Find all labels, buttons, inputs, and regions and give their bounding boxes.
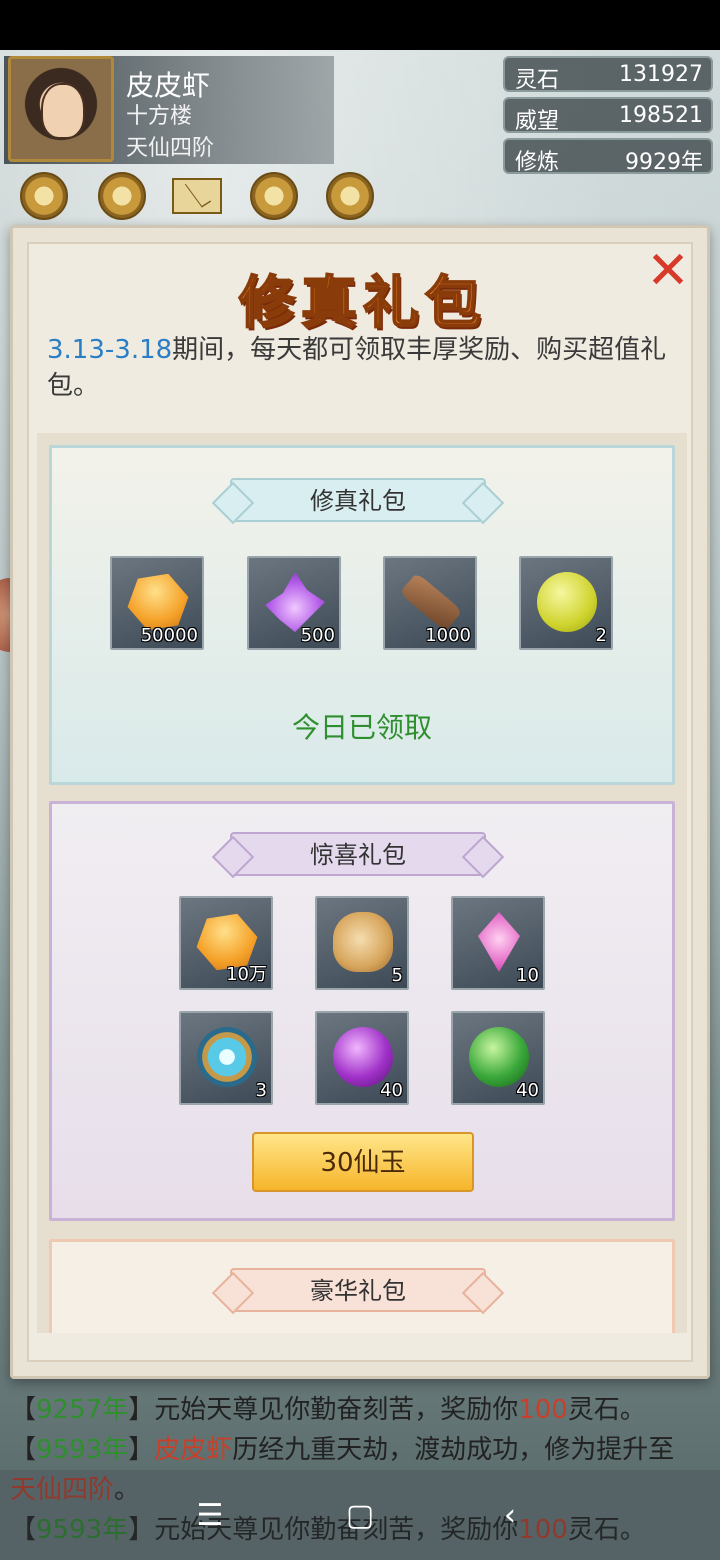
reward-item[interactable]: 2 xyxy=(519,556,613,650)
ranking-icon[interactable] xyxy=(98,172,146,220)
pink-crystal-icon xyxy=(478,912,520,972)
activity-icon[interactable] xyxy=(20,172,68,220)
item-quantity: 10 xyxy=(516,965,539,986)
stat-xiulian: 修炼 9929年 xyxy=(503,138,713,175)
log-amount: 100 xyxy=(518,1395,568,1425)
item-quantity: 40 xyxy=(516,1080,539,1101)
claimed-status: 今日已领取 xyxy=(291,711,432,744)
player-place: 十方楼 xyxy=(126,104,193,129)
stat-value: 9929年 xyxy=(625,150,703,175)
reward-item[interactable]: 50000 xyxy=(110,556,204,650)
item-quantity: 5 xyxy=(391,965,403,986)
gear-icon[interactable] xyxy=(326,172,374,220)
modal-title: 修真礼包 xyxy=(238,269,487,337)
pack-title: 修真礼包 xyxy=(230,478,486,522)
pack-scroll-area[interactable]: 修真礼包 50000 500 1000 2 今日已领取 惊喜礼包 10万 5 1… xyxy=(37,433,687,1333)
system-nav-bar: ☰ ▢ ‹ xyxy=(0,1470,720,1560)
pack-title: 豪华礼包 xyxy=(230,1268,486,1312)
player-card[interactable]: 皮皮虾 十方楼 天仙四阶 xyxy=(4,56,334,164)
menu-icon[interactable]: ☰ xyxy=(190,1496,230,1536)
stat-label: 威望 xyxy=(515,109,560,134)
stat-value: 131927 xyxy=(619,62,703,87)
item-quantity: 2 xyxy=(595,625,607,646)
reward-item[interactable]: 1000 xyxy=(383,556,477,650)
avatar-face xyxy=(41,83,85,139)
intro-date: 3.13-3.18 xyxy=(47,335,173,365)
gift-pack-modal: 修真礼包 ✕ 3.13-3.18期间，每天都可领取丰厚奖励、购买超值礼包。 修真… xyxy=(10,225,710,1379)
log-suffix: 灵石。 xyxy=(567,1395,646,1425)
pack-xiuzhen: 修真礼包 50000 500 1000 2 今日已领取 xyxy=(49,445,675,785)
reward-item[interactable]: 3 xyxy=(179,1011,273,1105)
reward-item[interactable]: 10万 xyxy=(179,896,273,990)
pack-jingxi: 惊喜礼包 10万 5 10 3 40 40 30仙玉 xyxy=(49,801,675,1221)
item-quantity: 50000 xyxy=(140,625,198,646)
reward-item[interactable]: 40 xyxy=(315,1011,409,1105)
stat-value: 198521 xyxy=(619,103,703,128)
stat-label: 修炼 xyxy=(515,150,560,175)
stat-weiwang: 威望 198521 xyxy=(503,97,713,134)
wood-log-icon xyxy=(399,572,463,632)
item-quantity: 3 xyxy=(255,1080,267,1101)
intro-text: 3.13-3.18期间，每天都可领取丰厚奖励、购买超值礼包。 xyxy=(47,332,667,404)
item-quantity: 40 xyxy=(380,1080,403,1101)
close-icon[interactable]: ✕ xyxy=(645,245,691,297)
item-quantity: 500 xyxy=(300,625,335,646)
player-rank: 天仙四阶 xyxy=(126,136,215,161)
swirl-orb-icon xyxy=(197,1027,257,1087)
reward-item[interactable]: 500 xyxy=(247,556,341,650)
pavilion-icon[interactable] xyxy=(250,172,298,220)
buy-button[interactable]: 30仙玉 xyxy=(252,1132,474,1192)
purple-orb-icon xyxy=(333,1027,393,1087)
home-icon[interactable]: ▢ xyxy=(340,1496,380,1536)
treasure-bag-icon xyxy=(333,912,393,972)
stat-label: 灵石 xyxy=(515,68,560,93)
star-coin-icon xyxy=(537,572,597,632)
pack-haohua: 豪华礼包 xyxy=(49,1239,675,1333)
player-avatar[interactable] xyxy=(8,56,114,162)
log-bracket: 【 xyxy=(10,1435,37,1465)
reward-item[interactable]: 5 xyxy=(315,896,409,990)
log-line: 【9257年】元始天尊见你勤奋刻苦，奖励你100灵石。 xyxy=(10,1390,710,1430)
purple-flame-icon xyxy=(265,572,325,632)
log-text: 】元始天尊见你勤奋刻苦，奖励你 xyxy=(128,1395,519,1425)
back-icon[interactable]: ‹ xyxy=(490,1496,530,1536)
log-player-name: 皮皮虾 xyxy=(154,1435,233,1465)
mail-icon[interactable] xyxy=(172,178,222,214)
reward-item[interactable]: 10 xyxy=(451,896,545,990)
log-year: 9593年 xyxy=(36,1435,129,1465)
log-text: 】 xyxy=(128,1435,155,1465)
log-year: 9257年 xyxy=(36,1395,129,1425)
log-text: 历经九重天劫，渡劫成功，修为提升至 xyxy=(232,1435,675,1465)
item-quantity: 1000 xyxy=(425,625,471,646)
status-bar xyxy=(0,0,720,50)
log-bracket: 【 xyxy=(10,1395,37,1425)
top-icon-row xyxy=(14,172,374,228)
stat-lingshi: 灵石 131927 xyxy=(503,56,713,93)
reward-item[interactable]: 40 xyxy=(451,1011,545,1105)
green-orb-icon xyxy=(469,1027,529,1087)
pack-title: 惊喜礼包 xyxy=(230,832,486,876)
item-quantity: 10万 xyxy=(226,964,267,985)
